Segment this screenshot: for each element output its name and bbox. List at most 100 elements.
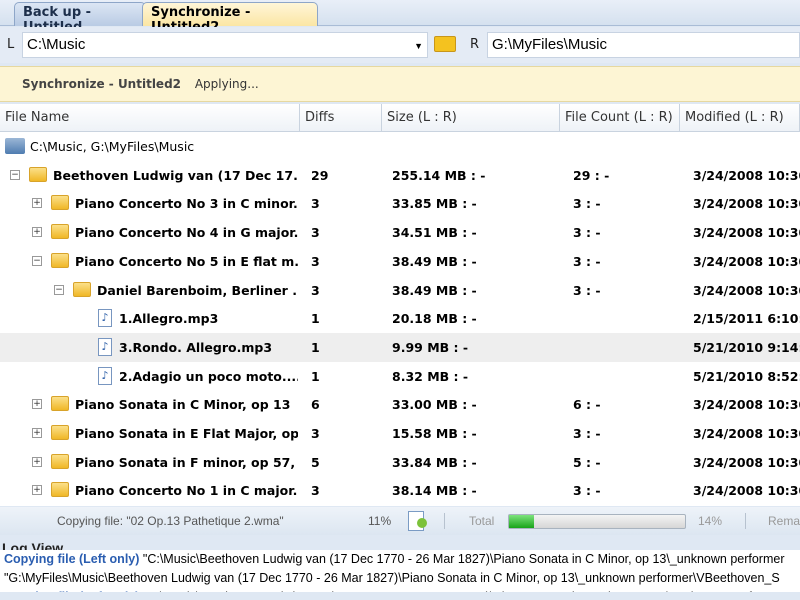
row-name: 2.Adagio un poco moto....	[119, 368, 298, 384]
collapse-icon[interactable]: −	[32, 255, 42, 266]
log-line: Copying file (Left only) "C:\Music\Beeth…	[0, 588, 800, 592]
row-count: 3 : -	[573, 426, 601, 441]
collapse-icon[interactable]: −	[54, 284, 64, 295]
folder-browse-icon[interactable]	[434, 36, 456, 52]
row-count: 29 : -	[573, 167, 610, 183]
right-path-label: R	[470, 37, 480, 52]
table-row[interactable]: − Daniel Barenboim, Berliner ... 3 38.49 MB…	[0, 276, 800, 305]
row-diffs: 3	[311, 225, 320, 241]
row-name: Piano Concerto No 4 in G major...	[75, 225, 298, 241]
log-line-action: Copying file (Left only)	[4, 590, 139, 592]
row-size: 255.14 MB : -	[392, 167, 486, 183]
row-diffs: 3	[311, 282, 320, 298]
expand-icon[interactable]: +	[32, 227, 42, 238]
expand-icon[interactable]: +	[32, 198, 42, 209]
row-size: 15.58 MB : -	[392, 426, 477, 441]
expand-icon[interactable]: +	[32, 485, 42, 496]
expand-icon[interactable]: +	[32, 399, 42, 410]
right-path-value: G:\MyFiles\Music	[492, 36, 608, 53]
tab-bar: Back up - Untitled Synchronize - Untitle…	[0, 0, 800, 35]
music-file-icon: ♪	[98, 337, 112, 356]
chevron-down-icon[interactable]: ▼	[414, 41, 423, 51]
music-file-icon: ♪	[98, 366, 112, 385]
folder-icon	[51, 482, 69, 498]
row-diffs: 1	[311, 311, 320, 327]
column-modified[interactable]: Modified (L : R)	[680, 104, 800, 132]
total-progress-fill	[509, 515, 534, 528]
row-diffs: 1	[311, 339, 320, 355]
row-count: 3 : -	[573, 483, 601, 499]
row-name: Beethoven Ludwig van (17 Dec 17...	[53, 167, 298, 183]
table-row[interactable]: + Piano Sonata in C Minor, op 13 6 33.00 MB…	[0, 390, 800, 419]
row-modified: 5/21/2010 8:52:	[693, 368, 800, 384]
column-file-name[interactable]: File Name	[0, 104, 300, 132]
row-name: Piano Sonata in F minor, op 57, ...	[75, 454, 298, 470]
folder-icon	[51, 453, 69, 469]
row-modified: 3/24/2008 10:30	[693, 483, 800, 499]
tab-backup[interactable]: Back up - Untitled	[14, 2, 146, 35]
table-row[interactable]: + Piano Sonata in F minor, op 57, ... 5 33.…	[0, 448, 800, 477]
expand-icon[interactable]: +	[32, 456, 42, 467]
row-name: Piano Sonata in C Minor, op 13	[75, 397, 291, 413]
row-count: 6 : -	[573, 397, 601, 413]
table-row[interactable]: + Piano Concerto No 4 in G major... 3 34.51…	[0, 218, 800, 247]
table-row[interactable]: ♪ 2.Adagio un poco moto.... 1 8.32 MB : - 5/…	[0, 362, 800, 391]
row-size: 38.49 MB : -	[392, 253, 477, 269]
table-row[interactable]: + Piano Concerto No 3 in C minor... 3 33.85…	[0, 189, 800, 218]
computer-icon	[5, 138, 25, 154]
column-size[interactable]: Size (L : R)	[382, 104, 560, 132]
row-modified: 3/24/2008 10:30	[693, 397, 800, 413]
row-size: 38.49 MB : -	[392, 282, 477, 298]
copying-file-text: Copying file: "02 Op.13 Pathetique 2.wma…	[57, 514, 284, 528]
row-modified: 3/24/2008 10:30	[693, 196, 800, 212]
table-row[interactable]: ♪ 1.Allegro.mp3 1 20.18 MB : - 2/15/2011 6:1…	[0, 304, 800, 333]
row-count: 3 : -	[573, 253, 601, 269]
right-path-input[interactable]: G:\MyFiles\Music	[487, 32, 800, 58]
row-modified: 3/24/2008 10:30	[693, 426, 800, 441]
status-title: Synchronize - Untitled2	[22, 77, 182, 91]
collapse-icon[interactable]: −	[10, 169, 20, 180]
total-label: Total	[469, 514, 495, 528]
log-view[interactable]: Copying file (Left only) "C:\Music\Beeth…	[0, 550, 800, 592]
expand-icon[interactable]: +	[32, 428, 42, 438]
row-name: Piano Concerto No 5 in E flat m...	[75, 253, 298, 269]
table-row[interactable]: + Piano Concerto No 1 in C major... 3 38.14…	[0, 476, 800, 505]
log-line-text: "G:\MyFiles\Music\Beethoven Ludwig van (…	[4, 571, 780, 585]
file-tree: C:\Music, G:\MyFiles\Music − Beethoven Lud…	[0, 132, 800, 506]
log-line: "G:\MyFiles\Music\Beethoven Ludwig van (…	[0, 569, 800, 588]
log-line: Copying file (Left only) "C:\Music\Beeth…	[0, 550, 800, 569]
table-row[interactable]: − Beethoven Ludwig van (17 Dec 17... 29 255…	[0, 161, 800, 190]
table-row[interactable]: ♪ 3.Rondo. Allegro.mp3 1 9.99 MB : - 5/21/20…	[0, 332, 800, 362]
table-row[interactable]: − Piano Concerto No 5 in E flat m... 3 38.4…	[0, 247, 800, 276]
row-diffs: 1	[311, 368, 320, 384]
row-name: Piano Sonata in E Flat Major, op...	[75, 426, 298, 441]
row-name: Piano Concerto No 3 in C minor...	[75, 196, 298, 212]
folder-icon	[51, 396, 69, 412]
folder-icon	[73, 281, 91, 297]
left-path-value: C:\Music	[27, 36, 86, 53]
table-row[interactable]: C:\Music, G:\MyFiles\Music	[0, 132, 800, 161]
left-path-label: L	[7, 37, 15, 52]
path-bar: L C:\Music ▼ R G:\MyFiles\Music	[0, 27, 800, 63]
row-count: 3 : -	[573, 196, 601, 212]
row-modified: 5/21/2010 9:14:	[693, 339, 800, 355]
row-diffs: 3	[311, 426, 320, 441]
log-line-text: "C:\Music\Beethoven Ludwig van (17 Dec 1…	[139, 552, 785, 566]
total-progress-bar	[508, 514, 686, 529]
row-modified: 3/24/2008 10:30	[693, 167, 800, 183]
total-percent: 14%	[698, 514, 723, 528]
log-line-text: "C:\Music\Beethoven Ludwig van (17 Dec 1…	[139, 590, 763, 592]
copy-file-icon	[408, 511, 427, 531]
table-row[interactable]: + Piano Sonata in E Flat Major, op... 3 15.…	[0, 419, 800, 448]
tab-synchronize[interactable]: Synchronize - Untitled2	[142, 2, 318, 35]
divider	[444, 513, 445, 529]
row-size: 20.18 MB : -	[392, 311, 477, 327]
row-modified: 3/24/2008 10:30	[693, 454, 800, 470]
row-modified: 3/24/2008 10:30	[693, 253, 800, 269]
column-diffs[interactable]: Diffs	[300, 104, 382, 132]
row-count: 3 : -	[573, 225, 601, 241]
row-size: 33.85 MB : -	[392, 196, 477, 212]
column-file-count[interactable]: File Count (L : R)	[560, 104, 680, 132]
row-diffs: 5	[311, 454, 320, 470]
left-path-input[interactable]: C:\Music ▼	[22, 32, 428, 58]
